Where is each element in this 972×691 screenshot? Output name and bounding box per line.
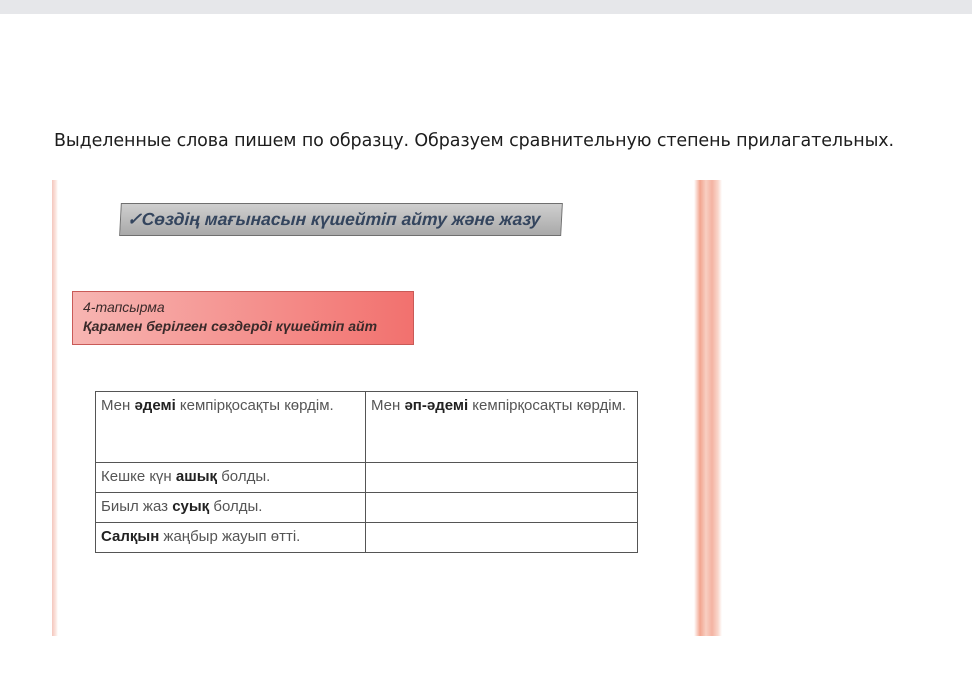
exercise-table: Мен әдемі кемпірқосақты көрдім. Мен әп-ә…: [95, 391, 638, 553]
instruction-text: Выделенные слова пишем по образцу. Образ…: [54, 131, 895, 151]
sentence-pre: Мен: [101, 397, 135, 414]
answer-post: кемпірқосақты көрдім.: [468, 397, 627, 414]
task-box: 4-тапсырма Қарамен берілген сөздерді күш…: [72, 291, 414, 345]
table-row: Мен әдемі кемпірқосақты көрдім. Мен әп-ә…: [95, 391, 638, 463]
highlighted-word: суық: [172, 498, 210, 515]
answer-pre: Мен: [371, 397, 405, 414]
sentence-pre: Кешке күн: [101, 468, 176, 485]
sentence-cell: Мен әдемі кемпірқосақты көрдім.: [95, 391, 366, 463]
table-row: Биыл жаз суық болды.: [95, 492, 638, 523]
sentence-post: жаңбыр жауып өтті.: [159, 528, 301, 545]
page-left-edge: [52, 180, 58, 636]
table-row: Салқын жаңбыр жауып өтті.: [95, 522, 638, 553]
sentence-pre: Биыл жаз: [101, 498, 173, 515]
highlighted-word: әдемі: [134, 397, 176, 414]
highlighted-word: ашық: [175, 468, 218, 485]
sentence-cell: Биыл жаз суық болды.: [95, 492, 366, 523]
highlighted-word: Салқын: [101, 528, 160, 545]
table-row: Кешке күн ашық болды.: [95, 462, 638, 493]
answer-cell: [365, 462, 638, 493]
sentence-post: болды.: [217, 468, 271, 485]
answer-cell: [365, 492, 638, 523]
sentence-post: болды.: [209, 498, 263, 515]
top-bar: [0, 0, 972, 14]
section-banner: ✓Сөздің мағынасын күшейтіп айту және жаз…: [119, 203, 563, 236]
task-text: Қарамен берілген сөздерді күшейтіп айт: [83, 318, 378, 334]
answer-cell: Мен әп-әдемі кемпірқосақты көрдім.: [365, 391, 638, 463]
page-right-border: [694, 180, 722, 636]
answer-cell: [365, 522, 638, 553]
task-number: 4-тапсырма: [83, 299, 165, 315]
worksheet-image: ✓Сөздің мағынасын күшейтіп айту және жаз…: [52, 180, 724, 636]
sentence-cell: Салқын жаңбыр жауып өтті.: [95, 522, 366, 553]
intensified-word: әп-әдемі: [404, 397, 469, 414]
sentence-cell: Кешке күн ашық болды.: [95, 462, 366, 493]
sentence-post: кемпірқосақты көрдім.: [175, 397, 334, 414]
